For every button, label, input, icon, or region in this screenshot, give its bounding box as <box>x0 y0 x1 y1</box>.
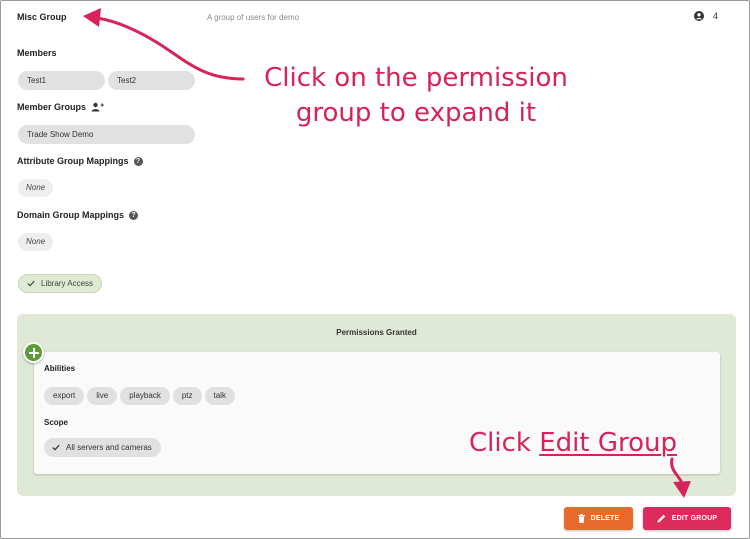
permissions-title: Permissions Granted <box>336 328 417 337</box>
delete-button[interactable]: DELETE <box>564 507 633 530</box>
attribute-mappings-label: Attribute Group Mappings ? <box>17 156 143 166</box>
library-access-chip[interactable]: Library Access <box>18 274 103 293</box>
member-group-chip[interactable]: Trade Show Demo <box>18 125 195 144</box>
ability-chip: playback <box>120 387 170 405</box>
member-count: 4 <box>694 11 718 21</box>
group-title[interactable]: Misc Group <box>17 12 67 22</box>
check-icon <box>52 444 60 451</box>
permission-group-card[interactable]: Misc Group A group of users for demo 4 M… <box>0 0 750 539</box>
domain-mappings-label: Domain Group Mappings ? <box>17 210 138 220</box>
member-groups-label: Member Groups <box>17 102 104 112</box>
permissions-panel[interactable]: Permissions Granted Abilities export liv… <box>17 314 736 496</box>
ability-chip: export <box>44 387 85 405</box>
attribute-mappings-value: None <box>18 179 54 197</box>
abilities-list: export live playback ptz talk <box>44 387 235 405</box>
scope-value: All servers and cameras <box>66 443 152 452</box>
arrow-to-group-title <box>95 16 245 81</box>
group-description: A group of users for demo <box>207 13 300 22</box>
ability-chip: ptz <box>172 387 202 405</box>
pencil-icon <box>657 514 665 523</box>
add-person-icon[interactable] <box>91 102 104 112</box>
add-permission-button[interactable] <box>23 342 44 363</box>
expand-hint-annotation: Click on the permission group to expand … <box>264 63 568 128</box>
member-chip-test1[interactable]: Test1 <box>18 71 105 90</box>
member-chip-test2[interactable]: Test2 <box>108 71 195 90</box>
members-label: Members <box>17 48 57 58</box>
ability-chip: live <box>87 387 118 405</box>
check-icon <box>27 280 35 287</box>
scope-chip: All servers and cameras <box>44 438 161 457</box>
ability-chip: talk <box>204 387 235 405</box>
edit-hint-annotation: Click Edit Group <box>469 428 677 458</box>
scope-label: Scope <box>44 418 69 427</box>
edit-group-button[interactable]: EDIT GROUP <box>643 507 731 530</box>
abilities-label: Abilities <box>44 364 76 373</box>
trash-icon <box>577 514 585 523</box>
arrowhead-group-title <box>83 8 101 27</box>
account-circle-icon <box>694 11 704 21</box>
domain-mappings-value: None <box>18 233 54 251</box>
library-access-label: Library Access <box>41 279 94 288</box>
help-circle-icon[interactable]: ? <box>133 156 143 166</box>
member-count-value: 4 <box>713 11 719 21</box>
help-circle-icon[interactable]: ? <box>129 210 138 220</box>
